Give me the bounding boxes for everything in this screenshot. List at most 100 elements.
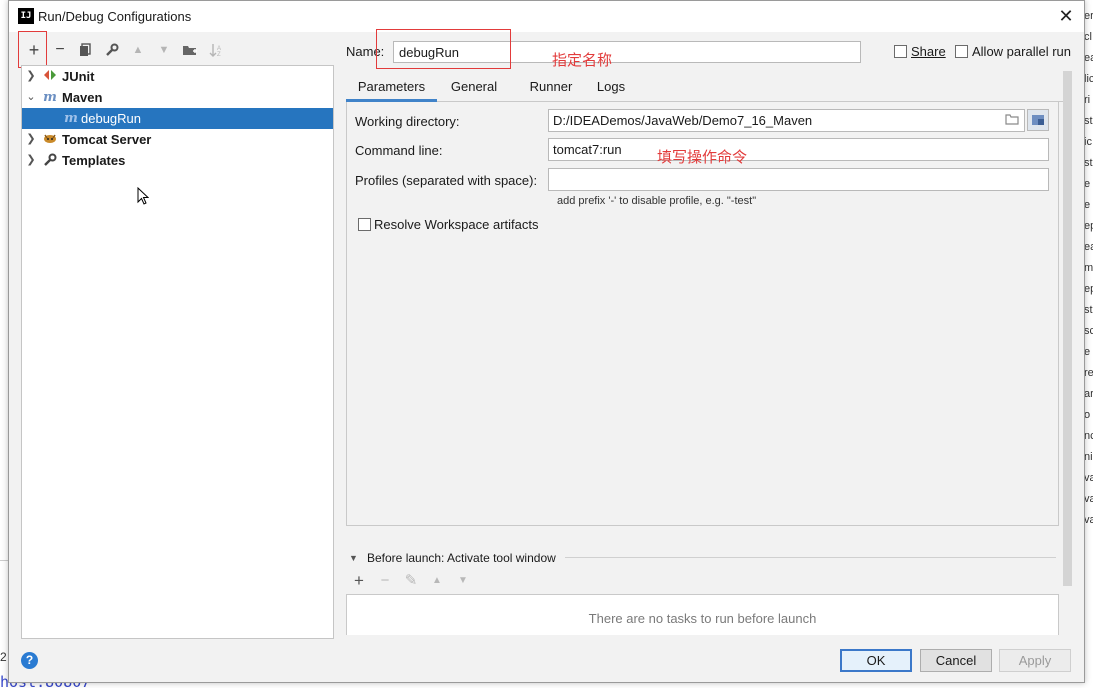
tree-item-tomcat-server[interactable]: ❯ Tomcat Server	[22, 129, 333, 150]
close-button[interactable]: ✕	[1056, 6, 1076, 26]
remove-icon[interactable]: −	[49, 39, 71, 61]
config-toolbar: + − ▲ ▼ AZ	[21, 39, 241, 63]
background-text-fragment: va	[1084, 472, 1093, 484]
folder-icon[interactable]	[1005, 113, 1019, 125]
share-checkbox[interactable]	[894, 45, 907, 58]
svg-text:Z: Z	[217, 52, 221, 57]
tree-item-debugrun[interactable]: m debugRun	[22, 108, 333, 129]
background-text-fragment: ic	[1084, 136, 1092, 148]
resolve-workspace-label: Resolve Workspace artifacts	[374, 217, 539, 232]
move-down-icon[interactable]: ▼	[153, 39, 175, 61]
tree-item-label: debugRun	[81, 111, 141, 126]
background-text-fragment: nc	[1084, 430, 1093, 442]
wrench-icon	[42, 150, 58, 173]
add-button-highlight	[18, 31, 47, 68]
background-text-fragment: st	[1084, 115, 1093, 127]
working-directory-input[interactable]: D:/IDEADemos/JavaWeb/Demo7_16_Maven	[548, 109, 1025, 132]
separator	[565, 557, 1056, 558]
background-text-fragment: cl	[1084, 31, 1092, 43]
chevron-right-icon[interactable]: ❯	[25, 150, 37, 171]
background-text-fragment: ea	[1084, 52, 1093, 64]
config-tabs: Parameters General Runner Logs	[346, 74, 1066, 102]
background-text-fragment: sc	[1084, 325, 1093, 337]
parameters-panel: Working directory: D:/IDEADemos/JavaWeb/…	[346, 102, 1059, 526]
share-label-text: Share	[911, 44, 946, 59]
move-task-down-icon[interactable]: ▼	[453, 571, 473, 591]
command-line-input[interactable]: tomcat7:run	[548, 138, 1049, 161]
tab-parameters[interactable]: Parameters	[346, 74, 437, 102]
background-text-fragment: ep	[1084, 283, 1093, 295]
junit-icon	[42, 66, 58, 87]
maven-icon: m	[64, 111, 78, 126]
allow-parallel-run-label: Allow parallel run	[972, 44, 1071, 59]
config-tree[interactable]: ❯ JUnit ⌄ m Maven m debugRun ❯ Tomcat Se…	[21, 65, 334, 639]
mouse-cursor-icon	[137, 187, 149, 205]
tree-item-junit[interactable]: ❯ JUnit	[22, 66, 333, 87]
run-debug-dialog: IJ Run/Debug Configurations ✕ + − ▲ ▼ AZ…	[8, 0, 1085, 683]
before-launch-header[interactable]: ▼ Before launch: Activate tool window	[349, 550, 1056, 566]
tomcat-icon	[42, 129, 58, 150]
background-text-fragment: va	[1084, 493, 1093, 505]
empty-task-message: There are no tasks to run before launch	[588, 611, 817, 626]
cancel-button[interactable]: Cancel	[920, 649, 992, 672]
dialog-title: Run/Debug Configurations	[38, 9, 192, 24]
name-field-highlight	[376, 29, 511, 69]
tree-item-label: JUnit	[62, 69, 95, 84]
background-text-fragment: ep	[1084, 220, 1093, 232]
command-line-value: tomcat7:run	[553, 142, 622, 157]
profiles-input[interactable]	[548, 168, 1049, 191]
background-text-fragment: ar	[1084, 388, 1093, 400]
background-text-fragment: ea	[1084, 241, 1093, 253]
title-bar: IJ Run/Debug Configurations ✕	[9, 1, 1084, 32]
background-text-fragment: st	[1084, 304, 1093, 316]
tree-item-label: Templates	[62, 153, 126, 168]
before-launch-title: Before launch: Activate tool window	[367, 551, 556, 565]
profiles-label: Profiles (separated with space):	[355, 173, 538, 188]
tree-item-label: Tomcat Server	[62, 132, 152, 147]
background-text-fragment: ni	[1084, 451, 1093, 463]
add-task-icon[interactable]: +	[349, 571, 369, 591]
ok-button[interactable]: OK	[840, 649, 912, 672]
tree-item-maven[interactable]: ⌄ m Maven	[22, 87, 333, 108]
share-label: Share	[911, 44, 946, 59]
tab-runner[interactable]: Runner	[516, 74, 586, 102]
folder-icon[interactable]	[179, 39, 201, 61]
background-editor-corner	[0, 560, 8, 688]
collapse-arrow-icon[interactable]: ▼	[349, 550, 358, 566]
allow-parallel-run-checkbox[interactable]	[955, 45, 968, 58]
before-launch-toolbar: + − ✎ ▲ ▼	[349, 571, 489, 591]
background-text-fragment: lic	[1084, 73, 1093, 85]
move-up-icon[interactable]: ▲	[127, 39, 149, 61]
resolve-workspace-checkbox[interactable]	[358, 218, 371, 231]
wrench-icon[interactable]	[101, 39, 123, 61]
apply-button[interactable]: Apply	[999, 649, 1071, 672]
annotation-name-note: 指定名称	[552, 51, 613, 69]
before-launch-task-list[interactable]: There are no tasks to run before launch	[346, 594, 1059, 635]
copy-icon[interactable]	[75, 39, 97, 61]
tab-general[interactable]: General	[444, 74, 504, 102]
chevron-down-icon[interactable]: ⌄	[25, 87, 37, 108]
tab-logs[interactable]: Logs	[590, 74, 632, 102]
chevron-right-icon[interactable]: ❯	[25, 66, 37, 87]
tree-item-label: Maven	[62, 90, 103, 105]
edit-task-icon[interactable]: ✎	[401, 571, 421, 591]
profiles-hint: add prefix '-' to disable profile, e.g. …	[557, 195, 757, 207]
intellij-app-icon: IJ	[18, 8, 34, 24]
chevron-right-icon[interactable]: ❯	[25, 129, 37, 150]
background-text-fragment: st	[1084, 157, 1093, 169]
move-task-up-icon[interactable]: ▲	[427, 571, 447, 591]
maven-icon: m	[43, 90, 57, 105]
module-dir-button[interactable]	[1027, 109, 1049, 131]
background-text-fragment: va	[1084, 514, 1093, 526]
remove-task-icon[interactable]: −	[375, 571, 395, 591]
background-line-number: 2	[0, 650, 7, 664]
tree-item-templates[interactable]: ❯ Templates	[22, 150, 333, 171]
command-line-label: Command line:	[355, 143, 443, 158]
background-editor-strip: erclealicristicsteeepeamepstscerearoncni…	[1084, 0, 1093, 688]
help-button[interactable]: ?	[21, 652, 38, 669]
sort-icon[interactable]: AZ	[205, 39, 227, 61]
annotation-command-note: 填写操作命令	[657, 148, 748, 166]
background-text-fragment: er	[1084, 10, 1093, 22]
scrollbar-thumb[interactable]	[1063, 71, 1072, 586]
vertical-scrollbar[interactable]	[1063, 71, 1072, 586]
